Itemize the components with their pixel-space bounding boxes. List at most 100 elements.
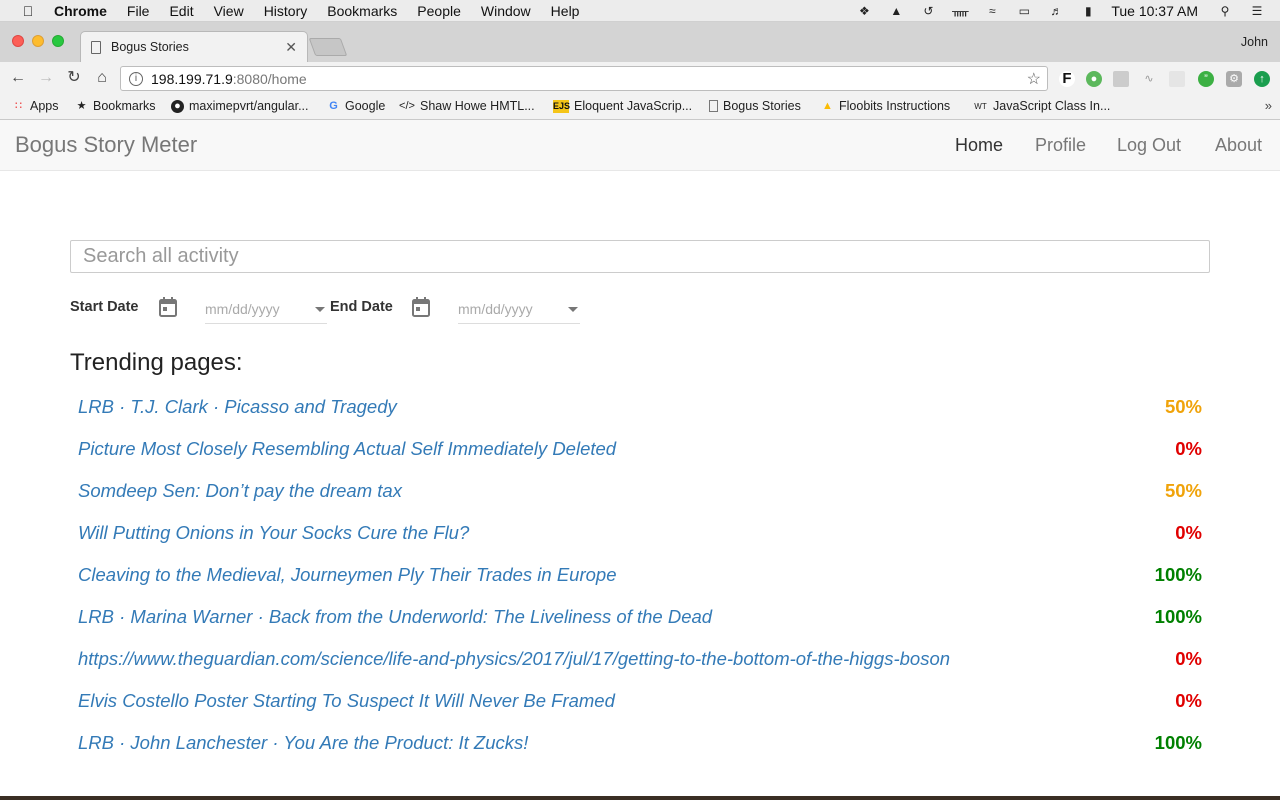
story-link[interactable]: Picture Most Closely Resembling Actual S… [78, 438, 616, 460]
search-input[interactable]: Search all activity [70, 240, 1210, 273]
menu-view[interactable]: View [214, 3, 244, 19]
bluetooth-icon[interactable]: ᚅ [951, 3, 969, 19]
blank-extension-icon[interactable] [1169, 71, 1185, 87]
time-machine-icon[interactable]: ↺ [919, 3, 937, 19]
story-link[interactable]: LRB · Marina Warner · Back from the Unde… [78, 606, 712, 628]
menu-people[interactable]: People [417, 3, 461, 19]
story-link[interactable]: Elvis Costello Poster Starting To Suspec… [78, 690, 615, 712]
story-score: 50% [1164, 396, 1202, 417]
menu-app-chrome[interactable]: Chrome [54, 3, 107, 19]
menu-file[interactable]: File [127, 3, 150, 19]
bookmark-label: JavaScript Class In... [993, 99, 1111, 113]
story-link[interactable]: Cleaving to the Medieval, Journeymen Ply… [78, 564, 616, 586]
reload-icon[interactable]: ↻ [64, 68, 84, 88]
menubar-clock[interactable]: Tue 10:37 AM [1111, 3, 1198, 19]
volume-icon[interactable]: ♬ [1047, 3, 1065, 19]
bookmark-star-icon[interactable]: ☆ [1027, 69, 1041, 89]
bookmark-label: Bogus Stories [723, 99, 801, 113]
bookmark-label: Eloquent JavaScrip... [574, 99, 693, 113]
gray-extension-icon[interactable] [1113, 71, 1129, 87]
bookmark-label: Apps [30, 99, 59, 113]
drive-icon: ▲ [822, 99, 833, 112]
fullscreen-window-button[interactable] [52, 35, 64, 47]
spotlight-icon[interactable]: ⚲ [1216, 3, 1234, 19]
nav-home[interactable]: Home [955, 135, 1003, 156]
story-score: 100% [1154, 564, 1202, 585]
wave-extension-icon[interactable]: ∿ [1141, 71, 1157, 87]
story-link[interactable]: LRB · John Lanchester · You Are the Prod… [78, 732, 528, 754]
chevron-down-icon[interactable] [568, 307, 578, 312]
google-icon: G [329, 99, 338, 112]
notification-center-icon[interactable]: ☰ [1248, 3, 1266, 19]
nav-about[interactable]: About [1215, 135, 1262, 156]
new-tab-button[interactable] [308, 38, 348, 56]
menu-bookmarks[interactable]: Bookmarks [327, 3, 397, 19]
site-info-icon[interactable]: i [129, 71, 143, 86]
browser-chrome: Bogus Stories ✕ John ← → ↻ ⌂ i 198.199.7… [0, 22, 1280, 120]
upload-extension-icon[interactable]: ↑ [1254, 71, 1270, 87]
bookmark-google[interactable]: G Google [327, 99, 385, 113]
font-extension-icon[interactable]: F [1059, 71, 1075, 87]
app-brand[interactable]: Bogus Story Meter [15, 132, 197, 158]
forward-icon[interactable]: → [36, 68, 56, 88]
home-icon[interactable]: ⌂ [92, 68, 112, 88]
page-icon [709, 100, 718, 112]
story-link[interactable]: https://www.theguardian.com/science/life… [78, 648, 950, 670]
story-score: 0% [1175, 648, 1202, 669]
bookmark-js-class[interactable]: WT JavaScript Class In... [973, 99, 1110, 113]
story-link[interactable]: Somdeep Sen: Don’t pay the dream tax [78, 480, 402, 502]
apple-icon[interactable]:  [20, 3, 36, 19]
close-window-button[interactable] [12, 35, 24, 47]
start-date-placeholder: mm/dd/yyyy [205, 301, 280, 317]
nav-logout[interactable]: Log Out [1117, 135, 1181, 156]
list-item: Somdeep Sen: Don’t pay the dream tax 50% [78, 476, 1202, 518]
bookmark-label: Google [345, 99, 386, 113]
trending-heading: Trending pages: [70, 349, 243, 376]
menu-history[interactable]: History [264, 3, 308, 19]
calendar-icon[interactable] [412, 297, 430, 317]
bookmark-bogus-stories[interactable]: Bogus Stories [709, 99, 801, 113]
end-date-placeholder: mm/dd/yyyy [458, 301, 533, 317]
wifi-icon[interactable]: ≈ [983, 3, 1001, 19]
story-score: 0% [1175, 522, 1202, 543]
url-path: :8080/home [232, 70, 307, 87]
bookmark-shaw-howe[interactable]: </> Shaw Howe HMTL... [399, 99, 535, 113]
story-link[interactable]: Will Putting Onions in Your Socks Cure t… [78, 522, 469, 544]
settings-extension-icon[interactable]: ⚙ [1226, 71, 1242, 87]
calendar-icon[interactable] [159, 297, 177, 317]
bookmark-floobits[interactable]: ▲ Floobits Instructions [821, 99, 950, 113]
start-date-field[interactable]: mm/dd/yyyy [205, 298, 327, 324]
browser-tab[interactable]: Bogus Stories ✕ [80, 31, 308, 62]
menu-help[interactable]: Help [551, 3, 580, 19]
back-icon[interactable]: ← [8, 68, 28, 88]
bookmark-label: Shaw Howe HMTL... [420, 99, 535, 113]
minimize-window-button[interactable] [32, 35, 44, 47]
bookmark-eloquent-js[interactable]: EJS Eloquent JavaScrip... [553, 99, 692, 113]
profile-button[interactable]: John [1241, 35, 1268, 49]
menu-edit[interactable]: Edit [169, 3, 193, 19]
bookmark-bookmarks[interactable]: ★ Bookmarks [75, 99, 156, 113]
menu-window[interactable]: Window [481, 3, 531, 19]
page-content: Bogus Story Meter Home Profile Log Out A… [0, 120, 1280, 796]
address-bar[interactable]: i 198.199.71.9 :8080/home ☆ [120, 66, 1048, 91]
bookmark-label: maximepvrt/angular... [189, 99, 309, 113]
green-extension-icon[interactable]: ● [1086, 71, 1102, 87]
dropbox-icon[interactable]: ❖ [855, 3, 873, 19]
list-item: https://www.theguardian.com/science/life… [78, 644, 1202, 686]
browser-toolbar: ← → ↻ ⌂ i 198.199.71.9 :8080/home ☆ F ● … [0, 62, 1280, 94]
list-item: Will Putting Onions in Your Socks Cure t… [78, 518, 1202, 560]
story-link[interactable]: LRB · T.J. Clark · Picasso and Tragedy [78, 396, 397, 418]
chevron-right-icon[interactable]: » [1265, 98, 1272, 113]
drive-tray-icon[interactable]: ▲ [887, 3, 905, 19]
story-score: 100% [1154, 606, 1202, 627]
bookmark-apps[interactable]: ∷ Apps [12, 99, 59, 113]
battery-icon[interactable]: ▮ [1079, 3, 1097, 19]
bookmark-github[interactable]: ● maximepvrt/angular... [171, 99, 309, 113]
quote-extension-icon[interactable]: ” [1198, 71, 1214, 87]
end-date-field[interactable]: mm/dd/yyyy [458, 298, 580, 324]
airplay-icon[interactable]: ▭ [1015, 3, 1033, 19]
nav-profile[interactable]: Profile [1035, 135, 1086, 156]
close-tab-icon[interactable]: ✕ [285, 39, 297, 56]
list-item: LRB · Marina Warner · Back from the Unde… [78, 602, 1202, 644]
chevron-down-icon[interactable] [315, 307, 325, 312]
